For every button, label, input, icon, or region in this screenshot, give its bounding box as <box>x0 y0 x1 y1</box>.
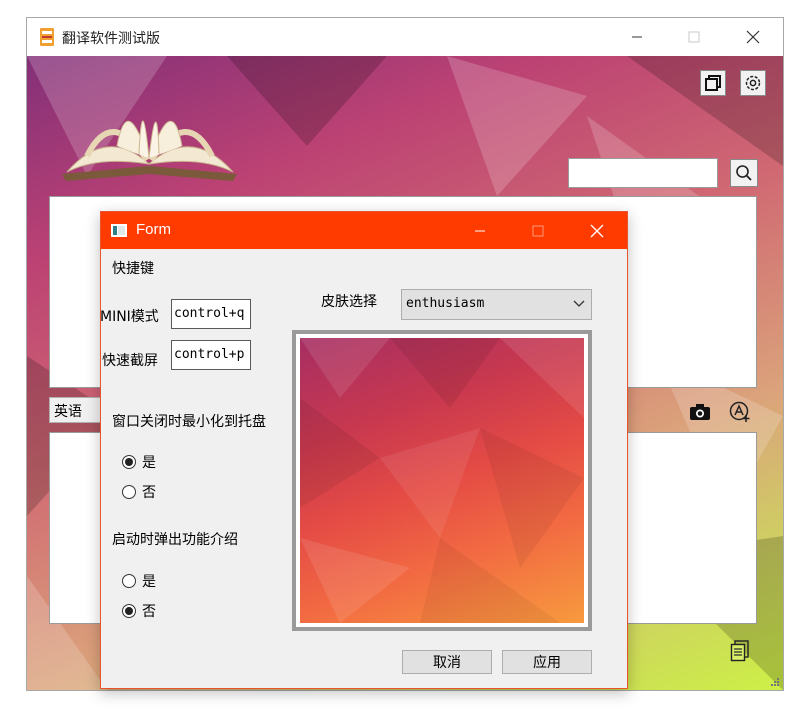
chevron-down-icon <box>573 300 585 307</box>
intro-yes-label: 是 <box>142 574 156 590</box>
skin-preview-facets <box>300 338 584 623</box>
copy-document-icon <box>730 640 749 662</box>
window-title: 翻译软件测试版 <box>62 31 160 47</box>
maximize-button[interactable] <box>671 18 717 56</box>
main-titlebar: 翻译软件测试版 <box>27 18 783 56</box>
intro-no-label: 否 <box>142 604 156 620</box>
maximize-icon <box>688 31 700 43</box>
intro-yes-radio[interactable] <box>122 574 136 588</box>
skin-preview-image <box>300 338 584 623</box>
tray-no-radio[interactable] <box>122 485 136 499</box>
tray-yes-label: 是 <box>142 455 156 471</box>
settings-dialog: Form 快捷键 MINI模式 control+q 快速截屏 control+p… <box>100 211 628 689</box>
cancel-button[interactable]: 取消 <box>402 650 492 674</box>
restore-window-button[interactable] <box>700 70 726 96</box>
close-button[interactable] <box>730 18 776 56</box>
form-icon <box>111 224 127 237</box>
dialog-close-button[interactable] <box>568 212 626 249</box>
screenshot-button[interactable] <box>689 403 711 425</box>
book-logo <box>62 120 237 181</box>
app-icon <box>40 28 54 46</box>
mini-mode-label: MINI模式 <box>100 309 159 325</box>
screenshot-shortcut-input[interactable]: control+p <box>171 340 251 370</box>
skin-label: 皮肤选择 <box>321 294 377 310</box>
close-icon <box>590 224 604 237</box>
copy-button[interactable] <box>730 640 750 666</box>
skin-preview <box>292 330 592 631</box>
search-button[interactable] <box>730 159 758 187</box>
maximize-icon <box>532 225 544 236</box>
window-restore-icon <box>705 75 721 91</box>
intro-no-option[interactable]: 否 <box>122 601 156 621</box>
skin-select[interactable]: enthusiasm <box>401 289 592 320</box>
minimize-icon <box>475 230 485 231</box>
minimize-button[interactable] <box>614 18 660 56</box>
mini-mode-shortcut-input[interactable]: control+q <box>171 299 251 329</box>
settings-button[interactable] <box>740 70 766 96</box>
dialog-titlebar: Form <box>101 212 627 249</box>
intro-no-radio[interactable] <box>122 604 136 618</box>
resize-grip-icon[interactable] <box>769 676 780 687</box>
tray-yes-radio[interactable] <box>122 455 136 469</box>
skin-select-value: enthusiasm <box>406 296 485 311</box>
dialog-title: Form <box>136 221 171 238</box>
tray-no-option[interactable]: 否 <box>122 482 156 502</box>
intro-question-label: 启动时弹出功能介绍 <box>112 532 238 548</box>
screenshot-shortcut-label: 快速截屏 <box>102 353 158 369</box>
gear-icon <box>745 75 761 91</box>
tray-yes-option[interactable]: 是 <box>122 452 156 472</box>
shortcuts-heading: 快捷键 <box>112 261 154 277</box>
dialog-maximize-button[interactable] <box>509 212 567 249</box>
minimize-icon <box>632 36 642 38</box>
close-icon <box>746 30 760 44</box>
dialog-minimize-button[interactable] <box>451 212 509 249</box>
tray-no-label: 否 <box>142 485 156 501</box>
apply-button[interactable]: 应用 <box>502 650 592 674</box>
camera-icon <box>690 404 710 420</box>
tray-question-label: 窗口关闭时最小化到托盘 <box>112 414 266 430</box>
ocr-button[interactable] <box>729 401 753 427</box>
search-icon <box>736 165 752 181</box>
text-recognition-icon <box>729 401 750 422</box>
intro-yes-option[interactable]: 是 <box>122 571 156 591</box>
search-input[interactable] <box>568 158 718 188</box>
